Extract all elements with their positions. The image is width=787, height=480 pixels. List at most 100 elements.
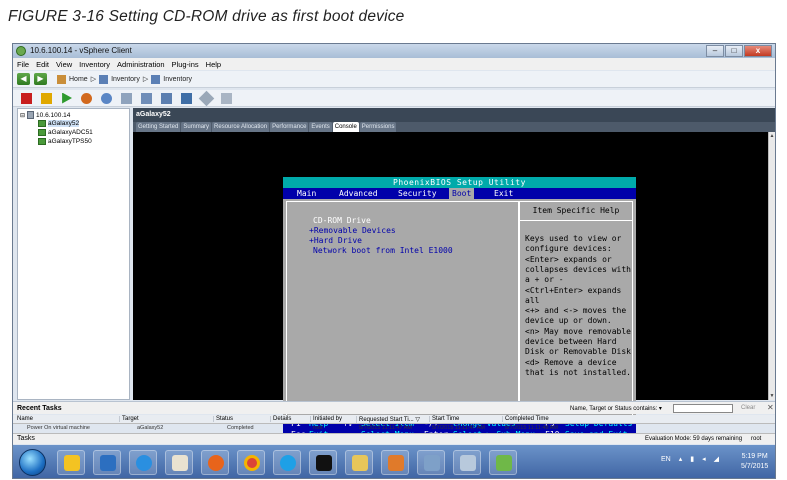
- scroll-down-icon[interactable]: ▼: [769, 393, 775, 399]
- taskbar-tool-app[interactable]: [417, 450, 445, 475]
- taskbar-network-app[interactable]: [57, 450, 85, 475]
- tab-console[interactable]: Console: [332, 122, 359, 132]
- suspend-icon[interactable]: [41, 92, 52, 104]
- signal-icon[interactable]: ◢: [714, 455, 719, 463]
- menu-administration[interactable]: Administration: [117, 60, 165, 69]
- language-indicator[interactable]: EN: [661, 456, 671, 463]
- breadcrumb-inventory-2[interactable]: Inventory: [163, 76, 192, 83]
- vm-tabs: Getting Started Summary Resource Allocat…: [133, 122, 775, 132]
- taskbar-unknown-app[interactable]: [381, 450, 409, 475]
- menu-bar: File Edit View Inventory Administration …: [13, 58, 775, 70]
- close-button[interactable]: x: [744, 45, 772, 57]
- taskbar-outlook[interactable]: [93, 450, 121, 475]
- filter-input[interactable]: [673, 404, 733, 413]
- taskbar-drawing-app[interactable]: [453, 450, 481, 475]
- menu-view[interactable]: View: [56, 60, 72, 69]
- col-target[interactable]: Target: [119, 416, 139, 422]
- taskbar-chrome[interactable]: [237, 450, 265, 475]
- vm-toolbar: [13, 90, 775, 107]
- help-line: Keys used to view or: [525, 234, 622, 243]
- tree-vm-item[interactable]: aGalaxyADC51: [38, 129, 93, 136]
- clear-button[interactable]: Clear: [741, 405, 755, 411]
- title-bar[interactable]: 10.6.100.14 - vSphere Client – □ x: [13, 44, 775, 58]
- taskbar-skype[interactable]: [273, 450, 301, 475]
- tab-events[interactable]: Events: [309, 122, 332, 132]
- col-start-time[interactable]: Start Time: [429, 416, 459, 422]
- volume-icon[interactable]: ◂: [702, 455, 706, 463]
- tab-performance[interactable]: Performance: [270, 122, 309, 132]
- scroll-up-icon[interactable]: ▲: [769, 133, 775, 139]
- taskbar-command-prompt[interactable]: [309, 450, 337, 475]
- help-line: <Enter> expands or: [525, 254, 612, 264]
- migrate-icon[interactable]: [181, 92, 192, 104]
- bios-menu-main[interactable]: Main: [297, 188, 316, 199]
- snapshot-manager-icon[interactable]: [141, 92, 152, 104]
- close-tasks-icon[interactable]: ✕: [767, 403, 774, 412]
- col-initiated-by[interactable]: Initiated by: [310, 416, 342, 422]
- full-screen-icon[interactable]: [221, 92, 232, 104]
- taskbar-firefox[interactable]: [201, 450, 229, 475]
- col-name[interactable]: Name: [15, 416, 33, 422]
- tab-permissions[interactable]: Permissions: [359, 122, 397, 132]
- taskbar-people-app[interactable]: [129, 450, 157, 475]
- boot-order-panel: CD-ROM Drive +Removable Devices +Hard Dr…: [286, 201, 519, 416]
- col-details[interactable]: Details: [270, 416, 291, 422]
- tree-vm-item[interactable]: aGalaxy52: [38, 120, 80, 127]
- bios-menu-advanced[interactable]: Advanced: [339, 188, 378, 199]
- snapshot-icon[interactable]: [101, 92, 112, 104]
- bios-menu-exit[interactable]: Exit: [494, 188, 513, 199]
- evaluation-status: Evaluation Mode: 59 days remaining: [645, 436, 743, 442]
- tab-resource-allocation[interactable]: Resource Allocation: [212, 122, 270, 132]
- reset-icon[interactable]: [81, 92, 92, 104]
- menu-inventory[interactable]: Inventory: [79, 60, 110, 69]
- collapse-icon[interactable]: ⊟: [20, 112, 25, 119]
- console-icon[interactable]: [161, 92, 172, 104]
- tree-host[interactable]: ⊟ 10.6.100.14: [20, 111, 70, 119]
- windows-taskbar: EN ▴ ▮ ◂ ◢ 5:19 PM 5/7/2015: [13, 445, 775, 478]
- table-row[interactable]: Power On virtual machine aGalaxy52 Compl…: [13, 425, 775, 431]
- bios-menu-boot[interactable]: Boot: [449, 188, 475, 199]
- back-button[interactable]: ◀: [17, 73, 30, 85]
- bios-menu-security[interactable]: Security: [398, 188, 437, 199]
- col-requested-start[interactable]: Requested Start Ti... ▽: [356, 416, 420, 423]
- col-status[interactable]: Status: [213, 416, 233, 422]
- breadcrumb-inventory[interactable]: Inventory: [111, 76, 140, 83]
- minimize-button[interactable]: –: [706, 45, 724, 57]
- tree-vm-item[interactable]: aGalaxyTPS50: [38, 138, 92, 145]
- settings-icon[interactable]: [198, 90, 215, 106]
- col-completed-time[interactable]: Completed Time: [502, 416, 549, 422]
- maximize-button[interactable]: □: [725, 45, 743, 57]
- host-icon: [27, 111, 35, 119]
- power-off-icon[interactable]: [21, 92, 32, 104]
- taskbar-vsphere-client[interactable]: [489, 450, 517, 475]
- taskbar-clock[interactable]: 5:19 PM 5/7/2015: [741, 452, 768, 472]
- tab-getting-started[interactable]: Getting Started: [136, 122, 181, 132]
- vm-header: aGalaxy52: [133, 108, 775, 122]
- help-line: device up or down.: [525, 316, 612, 326]
- boot-item-hard-drive[interactable]: +Hard Drive: [309, 236, 362, 246]
- forward-button[interactable]: ▶: [34, 73, 47, 85]
- breadcrumb-home[interactable]: Home: [69, 76, 88, 83]
- network-icon[interactable]: ▮: [690, 455, 694, 463]
- tab-summary[interactable]: Summary: [181, 122, 212, 132]
- current-user: root: [751, 436, 762, 442]
- taskbar-file-explorer[interactable]: [345, 450, 373, 475]
- tasks-button[interactable]: Tasks: [17, 435, 35, 442]
- menu-plugins[interactable]: Plug-ins: [172, 60, 199, 69]
- menu-file[interactable]: File: [17, 60, 29, 69]
- tray-expand-icon[interactable]: ▴: [679, 455, 683, 463]
- boot-item-network[interactable]: Network boot from Intel E1000: [313, 246, 453, 256]
- menu-help[interactable]: Help: [206, 60, 221, 69]
- filter-label[interactable]: Name, Target or Status contains: ▾: [570, 405, 662, 412]
- revert-snapshot-icon[interactable]: [121, 92, 132, 104]
- console-scrollbar[interactable]: ▲ ▼: [768, 132, 775, 400]
- menu-edit[interactable]: Edit: [36, 60, 49, 69]
- help-line: <d> Remove a device: [525, 357, 617, 367]
- vsphere-app-icon: [16, 46, 26, 56]
- boot-item-removable[interactable]: +Removable Devices: [309, 226, 396, 236]
- navigation-bar: ◀ ▶ Home ▷ Inventory ▷ Inventory: [13, 71, 775, 88]
- power-on-icon[interactable]: [62, 92, 72, 104]
- start-button[interactable]: [19, 449, 46, 476]
- boot-item-cdrom[interactable]: CD-ROM Drive: [313, 216, 371, 226]
- taskbar-paint[interactable]: [165, 450, 193, 475]
